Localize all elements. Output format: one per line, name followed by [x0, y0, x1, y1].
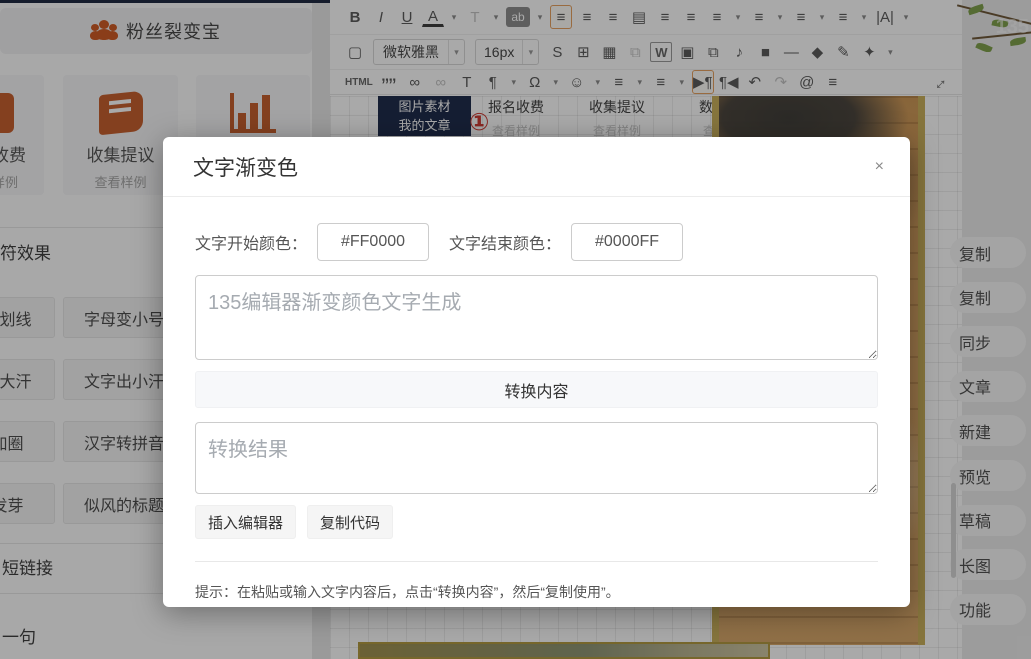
dialog-hint-text: 提示：在粘贴或输入文字内容后，点击“转换内容”，然后“复制使用”。 [195, 582, 878, 602]
copy-code-button[interactable]: 复制代码 [307, 505, 393, 539]
dialog-body: 文字开始颜色： 文字结束颜色： 转换内容 插入编辑器 复制代码 提示：在粘贴或输… [163, 197, 910, 602]
start-color-label: 文字开始颜色： [195, 230, 307, 254]
action-buttons-row: 插入编辑器 复制代码 [195, 505, 878, 539]
dialog-title: 文字渐变色 [193, 152, 875, 182]
start-color-input[interactable] [317, 223, 429, 261]
convert-content-button[interactable]: 转换内容 [195, 371, 878, 408]
result-text-output[interactable] [195, 422, 878, 494]
page: 粉丝裂变宝 报名收费查看样例收集提议查看样例 字符效果 下划线字母变小号出大汗文… [0, 0, 1031, 659]
source-text-input[interactable] [195, 275, 878, 360]
close-icon[interactable]: × [875, 158, 884, 176]
dialog-divider [195, 561, 878, 562]
end-color-input[interactable] [571, 223, 683, 261]
gradient-text-dialog: 文字渐变色 × 文字开始颜色： 文字结束颜色： 转换内容 插入编辑器 复制代码 … [163, 137, 910, 607]
end-color-label: 文字结束颜色： [449, 230, 561, 254]
dialog-header: 文字渐变色 × [163, 137, 910, 197]
insert-to-editor-button[interactable]: 插入编辑器 [195, 505, 296, 539]
color-inputs-row: 文字开始颜色： 文字结束颜色： [195, 223, 878, 261]
